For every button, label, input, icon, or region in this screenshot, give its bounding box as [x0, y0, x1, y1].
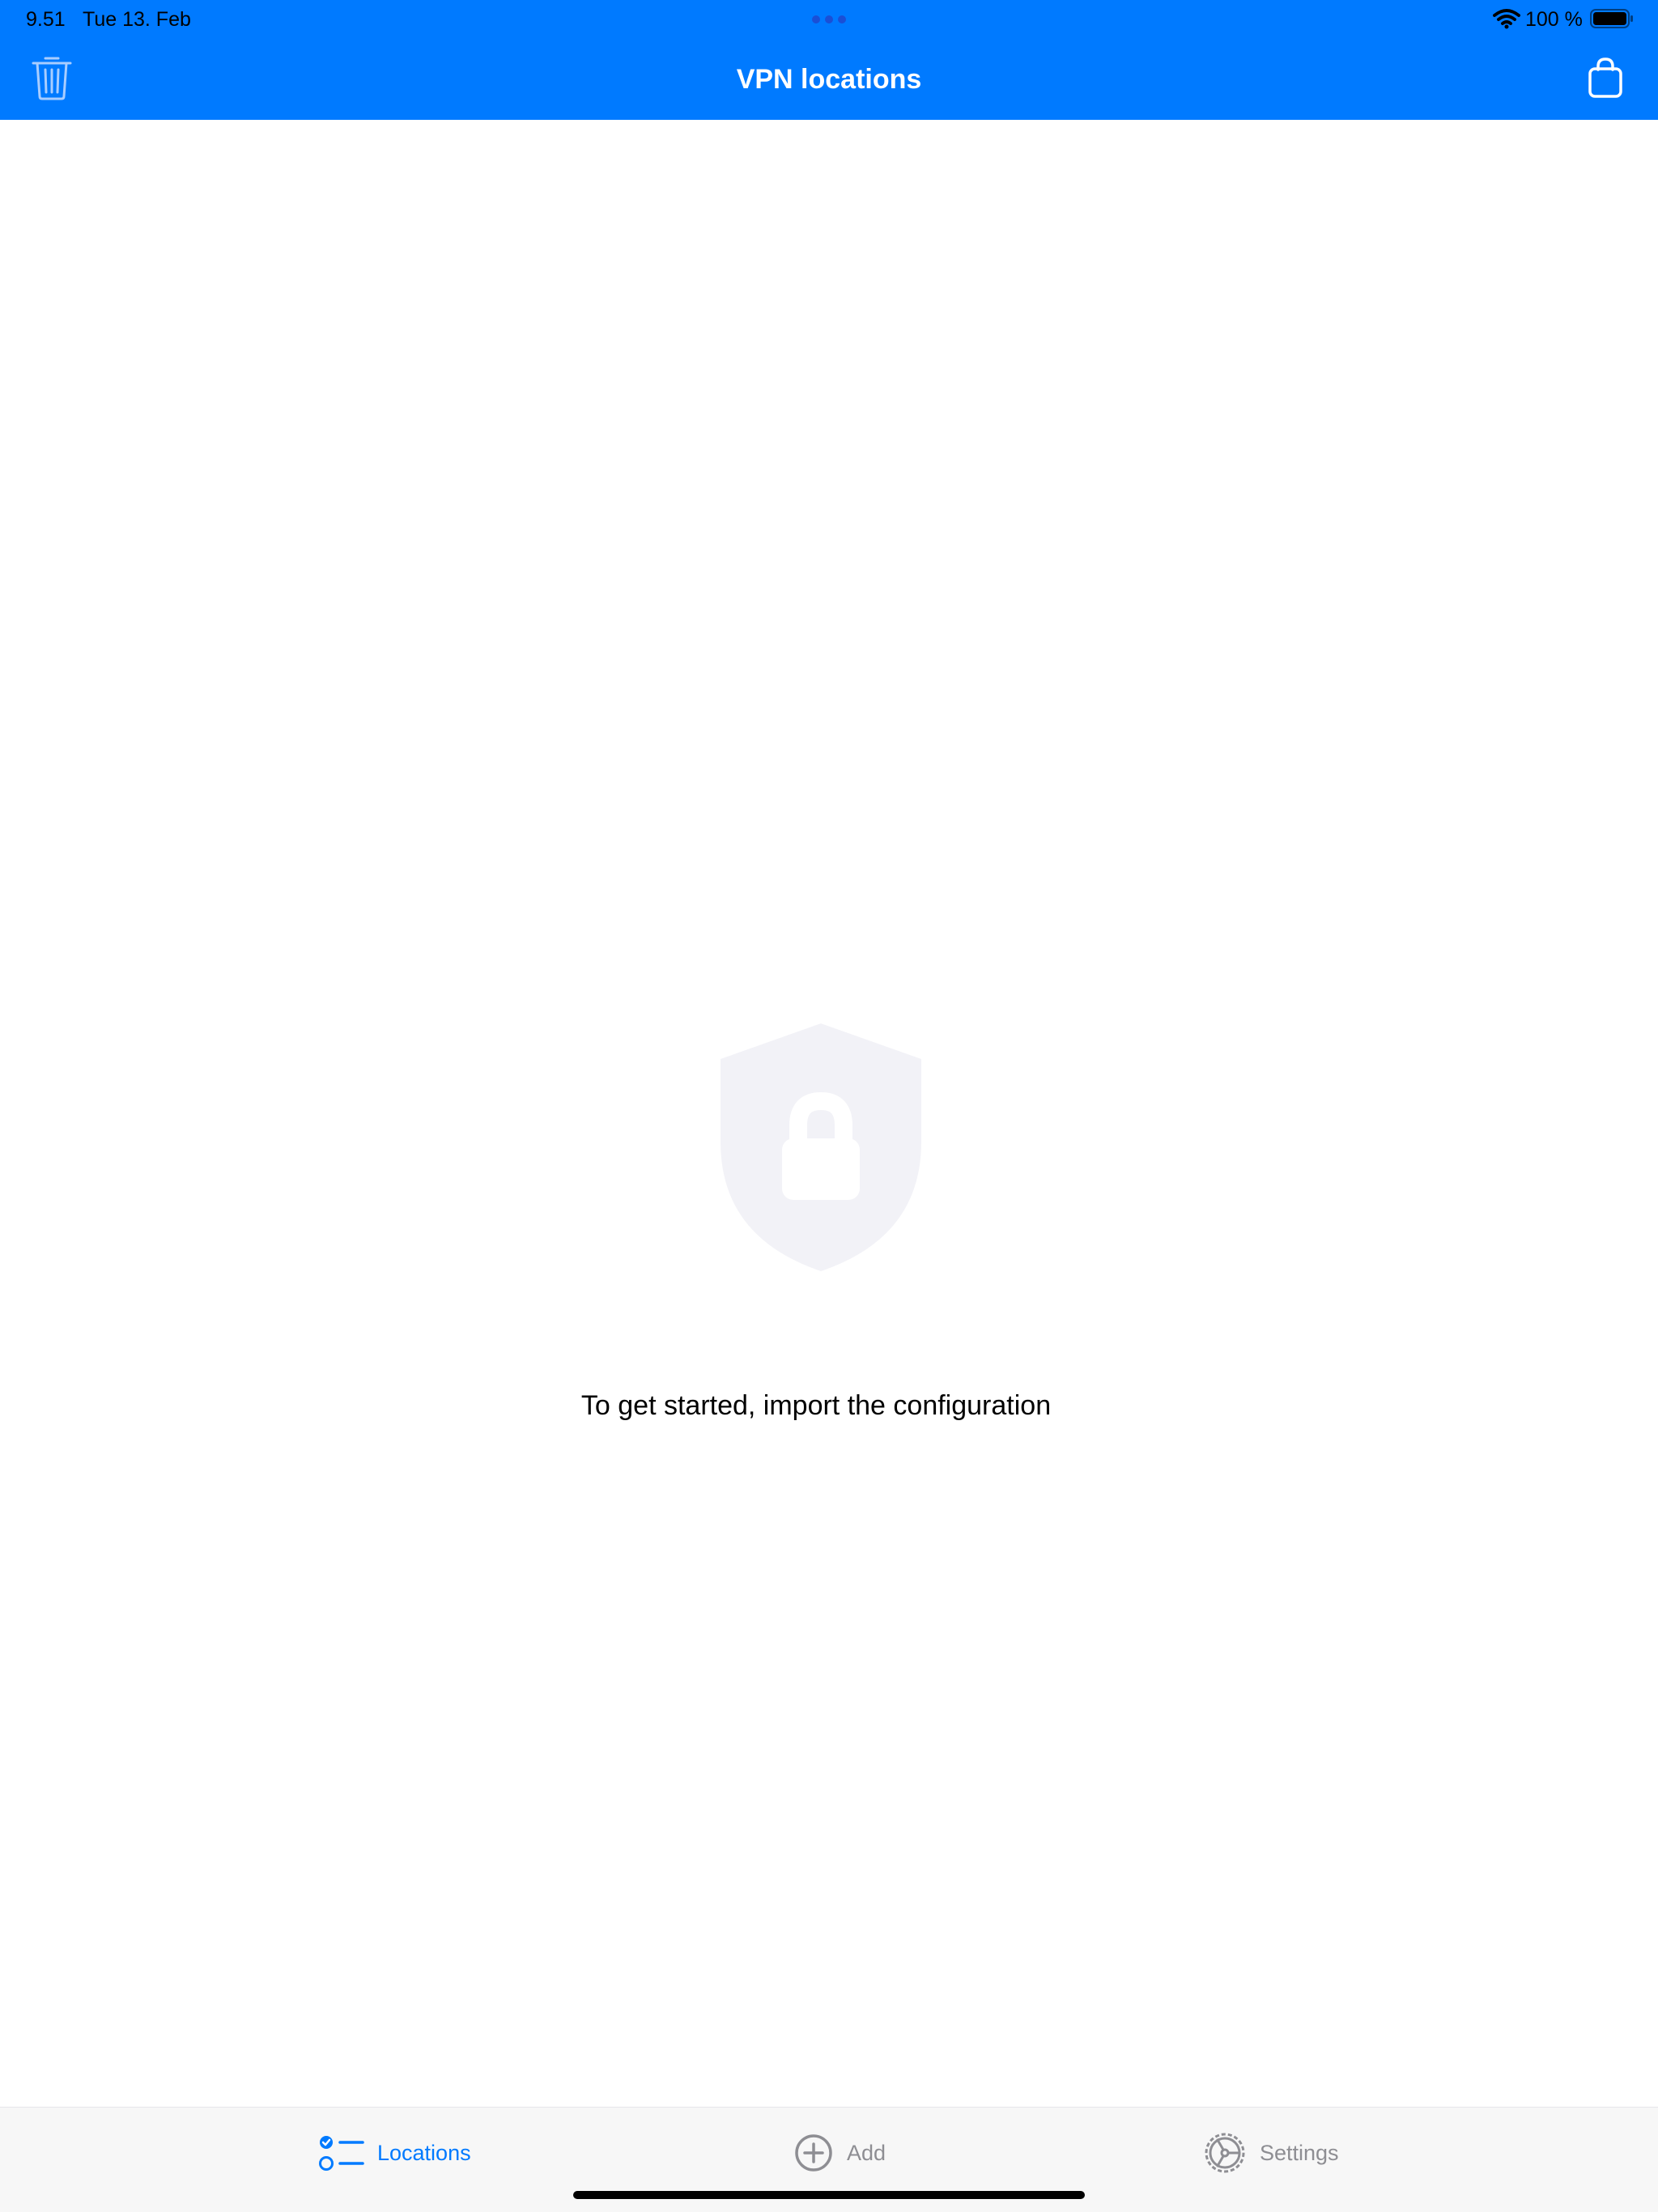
tab-locations[interactable]: Locations — [319, 2130, 471, 2176]
tab-locations-label: Locations — [377, 2140, 471, 2165]
screen: 9.51 Tue 13. Feb 100 % VPN locations To … — [0, 0, 1658, 2212]
header: 9.51 Tue 13. Feb 100 % VPN locations — [0, 0, 1658, 120]
multitasking-dots-icon[interactable] — [811, 15, 847, 24]
tab-add[interactable]: Add — [793, 2130, 886, 2176]
checklist-icon — [319, 2136, 364, 2171]
page-title: VPN locations — [736, 64, 922, 95]
bag-icon — [1588, 57, 1622, 98]
tab-settings-label: Settings — [1260, 2140, 1339, 2165]
status-time: 9.51 — [26, 8, 66, 31]
empty-state-message: To get started, import the configuration — [580, 1390, 1052, 1421]
gear-icon — [1205, 2133, 1245, 2173]
tab-settings[interactable]: Settings — [1203, 2130, 1339, 2176]
home-indicator[interactable] — [573, 2191, 1085, 2199]
store-button[interactable] — [1585, 57, 1626, 99]
tab-add-label: Add — [847, 2140, 886, 2165]
battery-icon — [1590, 9, 1633, 28]
plus-circle-icon — [795, 2134, 832, 2172]
wifi-icon — [1493, 9, 1520, 29]
shield-lock-icon — [721, 1023, 921, 1271]
status-date: Tue 13. Feb — [83, 8, 191, 31]
battery-percentage: 100 % — [1525, 8, 1583, 31]
